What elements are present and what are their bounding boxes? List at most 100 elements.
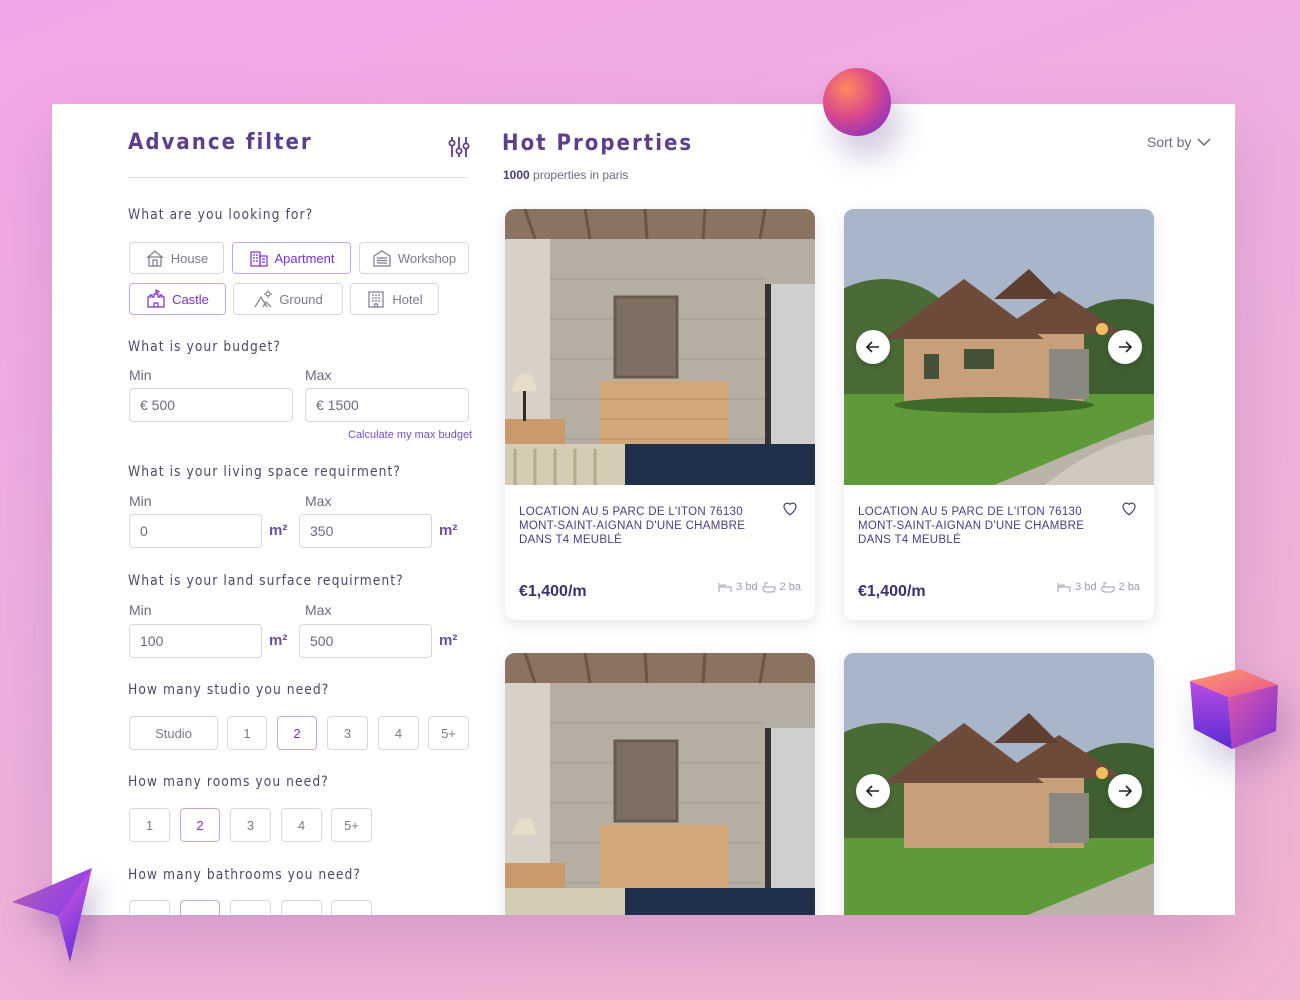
property-price: €1,400/m (519, 583, 587, 600)
living-max-label: Max (305, 493, 332, 509)
rooms-option-4[interactable]: 4 (281, 808, 322, 842)
type-ground-chip[interactable]: Ground (233, 283, 343, 315)
type-castle-label: Castle (172, 291, 209, 307)
type-hotel-chip[interactable]: Hotel (350, 283, 439, 315)
chevron-down-icon (1197, 138, 1211, 147)
bathrooms-option-selected[interactable] (180, 900, 220, 915)
house-icon (146, 250, 164, 267)
castle-icon (147, 289, 165, 308)
land-max-label: Max (305, 602, 332, 618)
question-rooms: How many rooms you need? (128, 774, 329, 790)
question-budget: What is your budget? (128, 339, 282, 355)
sort-by-dropdown[interactable]: Sort by (1147, 134, 1211, 150)
studio-option-2[interactable]: 2 (277, 716, 317, 750)
ground-icon (254, 290, 273, 308)
studio-option-4[interactable]: 4 (378, 716, 419, 750)
studio-option-studio[interactable]: Studio (129, 716, 218, 750)
bathrooms-option[interactable] (129, 900, 170, 915)
previous-image-button[interactable] (856, 774, 890, 808)
studio-option-1[interactable]: 1 (227, 716, 267, 750)
property-address: LOCATION AU 5 PARC DE L'ITON 76130 MONT-… (519, 506, 746, 546)
budget-min-input[interactable]: € 500 (129, 388, 293, 422)
type-hotel-label: Hotel (392, 291, 423, 307)
rooms-option-5plus[interactable]: 5+ (331, 808, 372, 842)
property-count-number: 1000 (503, 168, 530, 182)
land-max-unit: m² (439, 632, 458, 649)
bathrooms-option[interactable] (281, 900, 322, 915)
property-count: 1000 properties in paris (503, 168, 628, 182)
land-min-unit: m² (269, 632, 288, 649)
type-workshop-chip[interactable]: Workshop (359, 242, 469, 274)
bathrooms-option[interactable] (331, 900, 372, 915)
listing-title: Hot Properties (502, 131, 694, 156)
rooms-option-1[interactable]: 1 (129, 808, 170, 842)
bed-icon (718, 583, 732, 592)
type-apartment-chip[interactable]: Apartment (232, 242, 351, 274)
property-meta: 3 bd 2 ba (718, 581, 801, 593)
apartment-icon (249, 251, 268, 267)
decorative-sphere (823, 68, 891, 136)
living-max-unit: m² (439, 522, 458, 539)
main-panel: Advance filter What are you looking for?… (52, 104, 1235, 915)
studio-option-5plus[interactable]: 5+ (428, 716, 469, 750)
property-card[interactable]: LOCATION AU 5 PARC DE L'ITON 76130 MONT-… (505, 209, 815, 620)
budget-max-label: Max (305, 367, 332, 383)
property-address: LOCATION AU 5 PARC DE L'ITON 76130 MONT-… (858, 506, 1085, 546)
beds-count: 3 bd (736, 581, 758, 593)
sliders-icon[interactable] (448, 135, 470, 159)
type-apartment-label: Apartment (274, 250, 335, 266)
decorative-cursor-arrow (12, 868, 92, 962)
type-ground-label: Ground (279, 291, 323, 307)
property-price: €1,400/m (858, 583, 926, 600)
question-looking-for: What are you looking for? (128, 207, 314, 223)
living-min-unit: m² (269, 522, 288, 539)
bathrooms-option[interactable] (230, 900, 271, 915)
baths-count: 2 ba (1118, 581, 1140, 593)
property-card[interactable]: LOCATION AU 5 PARC DE L'ITON 76130 MONT-… (844, 209, 1154, 620)
living-min-input[interactable]: 0 (129, 514, 262, 548)
house-photo[interactable] (844, 209, 1154, 485)
bedroom-photo[interactable] (505, 209, 815, 485)
hotel-icon (368, 291, 384, 308)
question-bathrooms: How many bathrooms you need? (128, 867, 362, 883)
bath-icon (762, 582, 776, 593)
previous-image-button[interactable] (856, 330, 890, 364)
land-min-input[interactable]: 100 (129, 624, 262, 658)
arrow-left-icon (865, 785, 879, 797)
budget-min-label: Min (129, 367, 152, 383)
type-house-label: House (170, 250, 209, 266)
type-castle-chip[interactable]: Castle (129, 283, 226, 315)
property-card[interactable] (844, 653, 1154, 915)
workshop-icon (373, 250, 391, 267)
decorative-cube (1190, 669, 1278, 749)
property-count-text: properties in paris (533, 168, 629, 182)
type-workshop-label: Workshop (397, 250, 457, 266)
heart-icon[interactable] (1120, 499, 1138, 517)
bed-icon (1057, 583, 1071, 592)
type-house-chip[interactable]: House (129, 242, 224, 274)
question-living-space: What is your living space requirment? (128, 464, 401, 480)
studio-option-3[interactable]: 3 (327, 716, 368, 750)
filter-title: Advance filter (128, 130, 313, 155)
calculate-max-budget-link[interactable]: Calculate my max budget (348, 429, 472, 441)
arrow-right-icon (1119, 341, 1133, 353)
bedroom-photo[interactable] (505, 653, 815, 915)
rooms-option-2[interactable]: 2 (180, 808, 220, 842)
bath-icon (1101, 582, 1115, 593)
question-studio: How many studio you need? (128, 682, 330, 698)
land-min-label: Min (129, 602, 152, 618)
property-meta: 3 bd 2 ba (1057, 581, 1140, 593)
house-photo[interactable] (844, 653, 1154, 915)
living-min-label: Min (129, 493, 152, 509)
rooms-option-3[interactable]: 3 (230, 808, 271, 842)
land-max-input[interactable]: 500 (299, 624, 432, 658)
next-image-button[interactable] (1108, 330, 1142, 364)
next-image-button[interactable] (1108, 774, 1142, 808)
heart-icon[interactable] (781, 499, 799, 517)
property-card[interactable] (505, 653, 815, 915)
budget-max-input[interactable]: € 1500 (305, 388, 469, 422)
living-max-input[interactable]: 350 (299, 514, 432, 548)
divider (128, 177, 469, 178)
baths-count: 2 ba (779, 581, 801, 593)
question-land-surface: What is your land surface requirment? (128, 573, 404, 589)
